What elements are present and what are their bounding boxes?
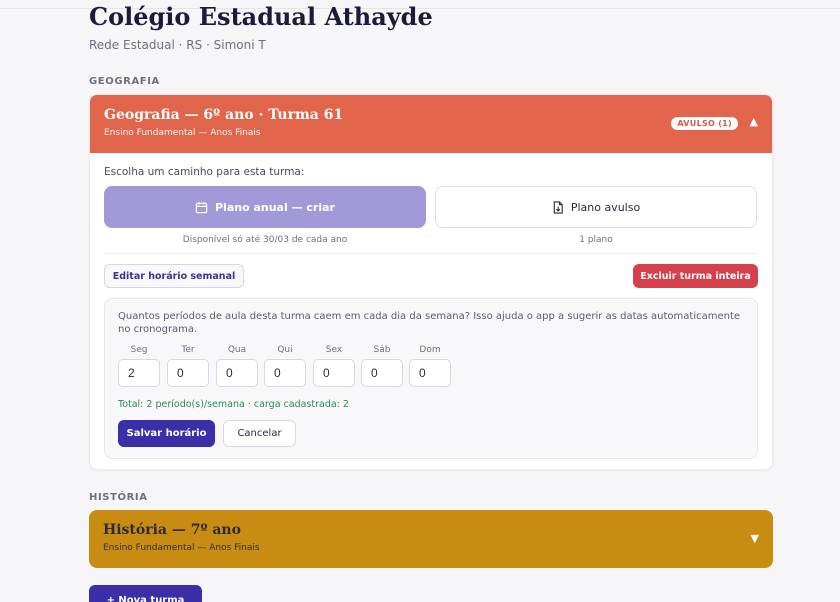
day-label: Ter (181, 345, 195, 355)
day-input-sex[interactable] (313, 359, 355, 387)
single-plan-label: Plano avulso (570, 200, 641, 214)
day-field-ter: Ter (167, 345, 209, 387)
day-input-dom[interactable] (409, 359, 451, 387)
divider (104, 253, 758, 254)
day-field-seg: Seg (118, 345, 160, 387)
page-subtitle: Rede Estadual · RS · Simoni T (89, 38, 266, 52)
cancel-button[interactable]: Cancelar (223, 420, 296, 447)
weekly-schedule-panel: Quantos períodos de aula desta turma cae… (104, 298, 758, 459)
page-title: Colégio Estadual Athayde (89, 2, 433, 31)
day-field-sex: Sex (313, 345, 355, 387)
delete-class-button[interactable]: Excluir turma inteira (633, 264, 758, 288)
chevron-up-icon[interactable]: ▲ (750, 115, 758, 128)
chevron-down-icon[interactable]: ▼ (751, 532, 759, 545)
new-class-button[interactable]: + Nova turma (89, 585, 202, 602)
day-field-sab: Sáb (361, 345, 403, 387)
day-input-ter[interactable] (167, 359, 209, 387)
status-badge: AVULSO (1) (671, 117, 738, 130)
class-card-historia[interactable]: História — 7º ano Ensino Fundamental — A… (89, 510, 773, 568)
class-card-geografia: Geografia — 6º ano · Turma 61 Ensino Fun… (89, 94, 773, 470)
edit-schedule-button[interactable]: Editar horário semanal (104, 264, 244, 288)
annual-plan-button[interactable]: Plano anual — criar (104, 186, 426, 228)
day-input-sab[interactable] (361, 359, 403, 387)
section-label-geografia: GEOGRAFIA (89, 76, 160, 87)
schedule-total: Total: 2 período(s)/semana · carga cadas… (118, 399, 349, 410)
day-field-dom: Dom (409, 345, 451, 387)
class-card-header[interactable]: Geografia — 6º ano · Turma 61 Ensino Fun… (90, 95, 772, 153)
class-card-subtitle: Ensino Fundamental — Anos Finais (104, 128, 261, 138)
day-label: Seg (130, 345, 148, 355)
annual-plan-label: Plano anual — criar (215, 200, 335, 214)
section-label-historia: HISTÓRIA (89, 492, 148, 503)
day-input-qua[interactable] (216, 359, 258, 387)
schedule-help-text: Quantos períodos de aula desta turma cae… (118, 311, 741, 335)
single-plan-note: 1 plano (579, 235, 613, 245)
day-input-seg[interactable] (118, 359, 160, 387)
save-schedule-button[interactable]: Salvar horário (118, 420, 215, 447)
day-label: Sex (325, 345, 343, 355)
day-label: Dom (419, 345, 441, 355)
single-plan-button[interactable]: Plano avulso (435, 186, 757, 228)
day-label: Sáb (373, 345, 391, 355)
class-card-title: Geografia — 6º ano · Turma 61 (104, 107, 344, 123)
calendar-icon (195, 201, 208, 214)
class-card-subtitle: Ensino Fundamental — Anos Finais (103, 543, 260, 553)
day-field-qua: Qua (216, 345, 258, 387)
file-download-icon (552, 200, 564, 214)
day-field-qui: Qui (264, 345, 306, 387)
class-card-title: História — 7º ano (103, 522, 241, 538)
annual-plan-note: Disponível só até 30/03 de cada ano (182, 235, 348, 245)
day-input-qui[interactable] (264, 359, 306, 387)
day-label: Qua (227, 345, 247, 355)
day-label: Qui (277, 345, 293, 355)
path-prompt: Escolha um caminho para esta turma: (104, 166, 305, 178)
